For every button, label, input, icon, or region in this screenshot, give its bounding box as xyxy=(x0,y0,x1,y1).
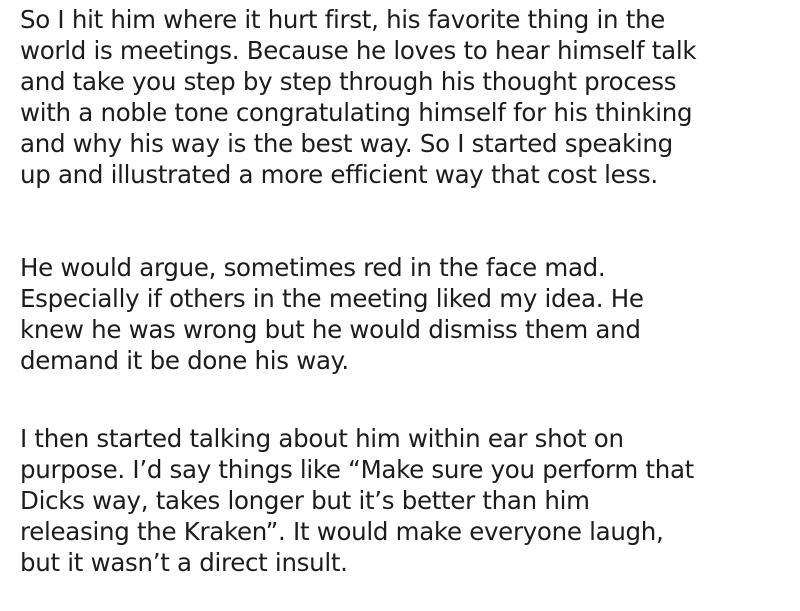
text-line: world is meetings. Because he loves to h… xyxy=(20,36,697,65)
text-line: Especially if others in the meeting like… xyxy=(20,284,644,313)
text-line: and why his way is the best way. So I st… xyxy=(20,129,673,158)
text-line: with a noble tone congratulating himself… xyxy=(20,98,693,127)
paragraph-2: He would argue, sometimes red in the fac… xyxy=(20,252,795,376)
text-line: but it wasn’t a direct insult. xyxy=(20,548,348,577)
text-line: demand it be done his way. xyxy=(20,346,349,375)
text-line: knew he was wrong but he would dismiss t… xyxy=(20,315,641,344)
text-line: Dicks way, takes longer but it’s better … xyxy=(20,486,590,515)
text-line: releasing the Kraken”. It would make eve… xyxy=(20,517,664,546)
text-line: purpose. I’d say things like “Make sure … xyxy=(20,455,694,484)
text-line: So I hit him where it hurt first, his fa… xyxy=(20,5,666,34)
paragraph-3: I then started talking about him within … xyxy=(20,423,795,578)
text-line: up and illustrated a more efficient way … xyxy=(20,160,658,189)
text-line: I then started talking about him within … xyxy=(20,424,624,453)
paragraph-1: So I hit him where it hurt first, his fa… xyxy=(20,4,795,190)
text-line: and take you step by step through his th… xyxy=(20,67,677,96)
text-line: He would argue, sometimes red in the fac… xyxy=(20,253,606,282)
